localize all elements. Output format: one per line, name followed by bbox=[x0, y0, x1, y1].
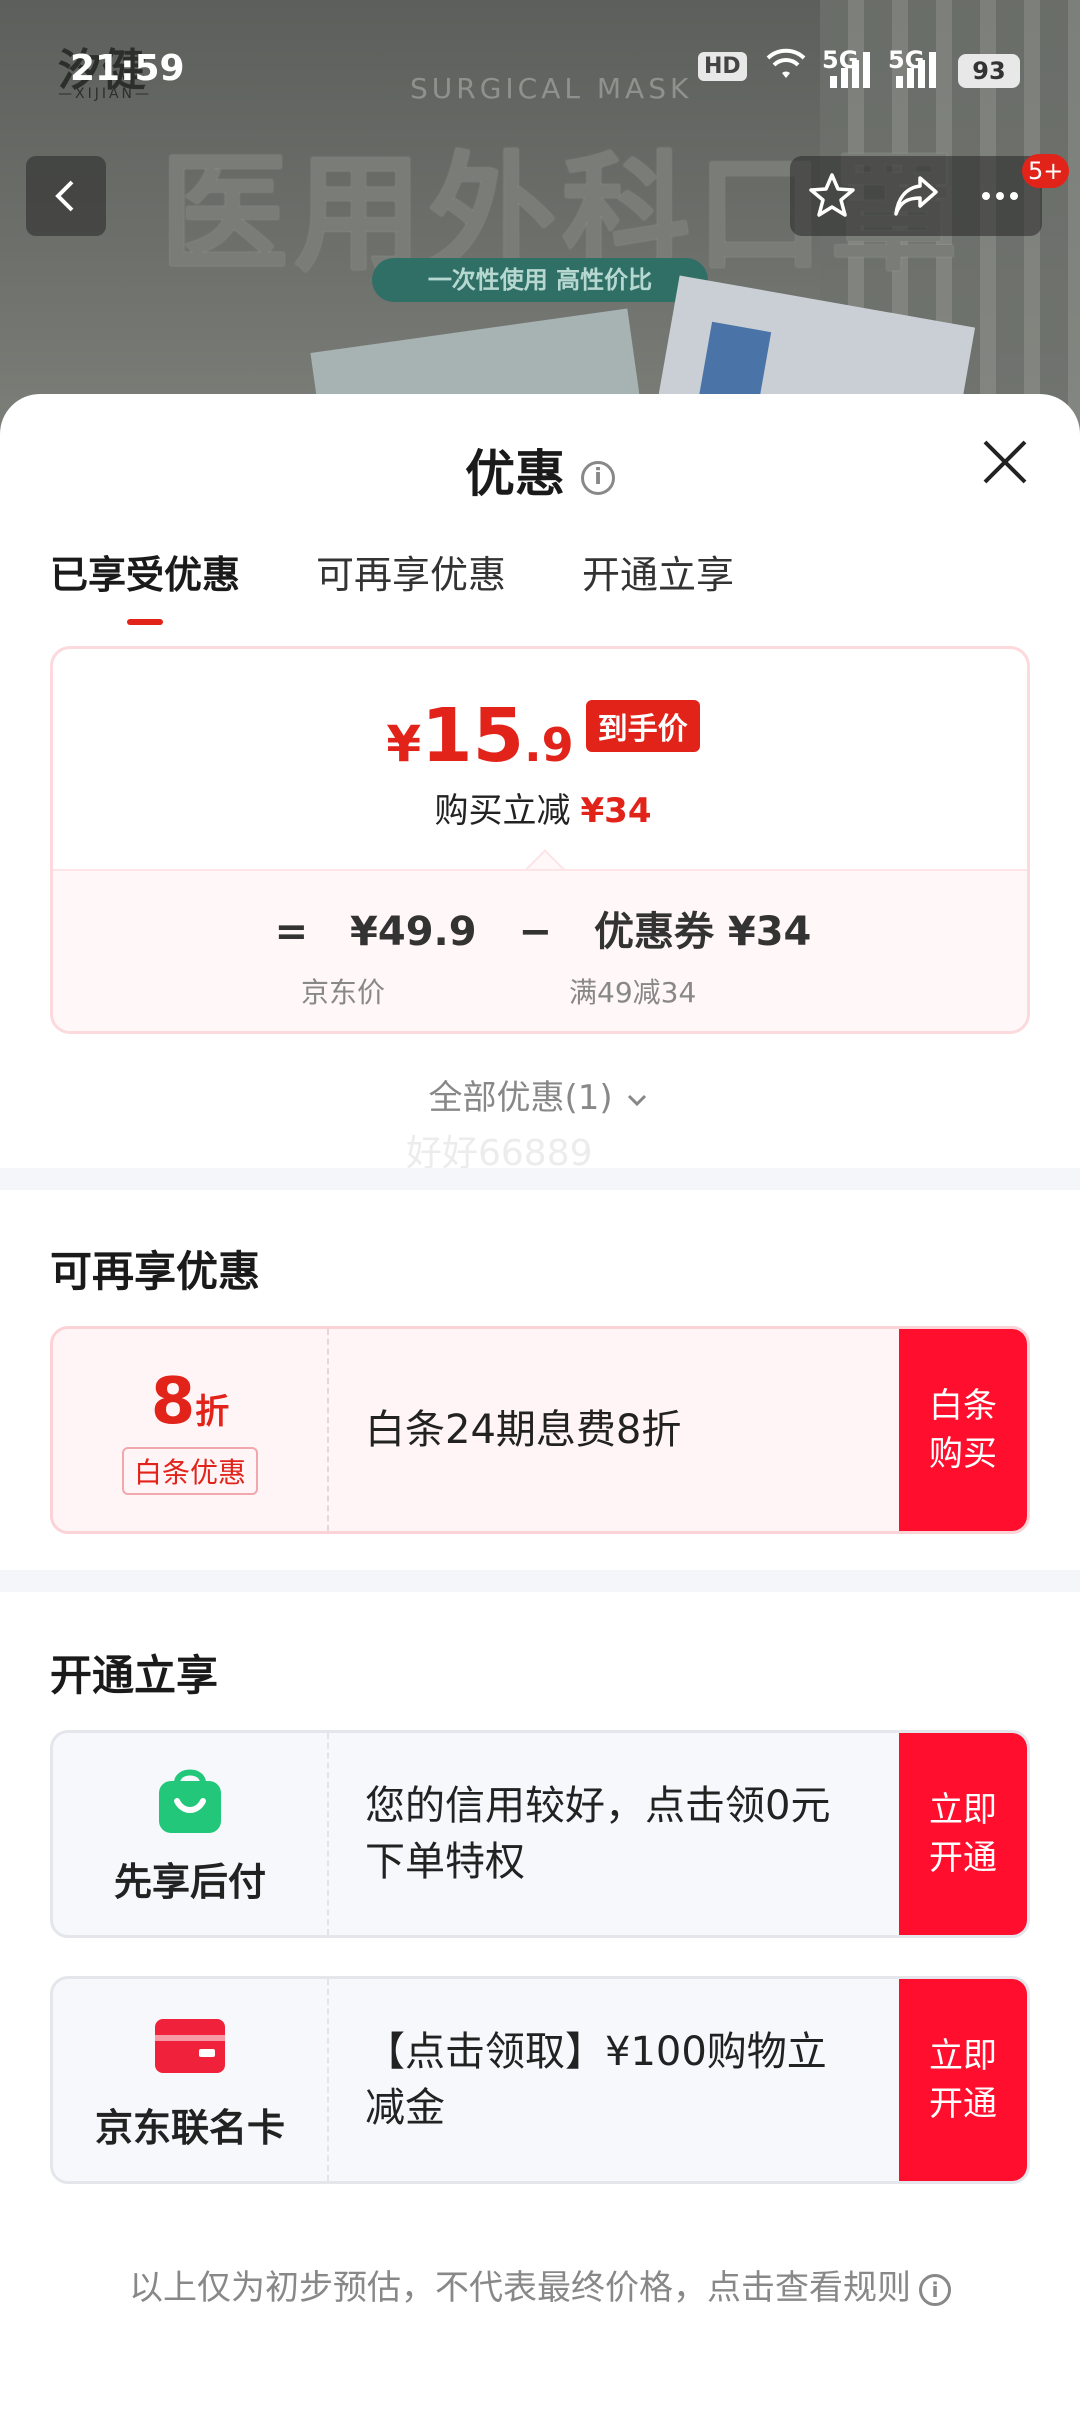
coupon-amount: 优惠券 ¥34 bbox=[593, 909, 812, 955]
tab-more-offers[interactable]: 可再享优惠 bbox=[316, 544, 506, 599]
jd-card-description: 【点击领取】¥100购物立减金 bbox=[365, 2029, 827, 2131]
chevron-left-icon bbox=[55, 180, 74, 212]
instant-discount: 购买立减 ¥34 bbox=[434, 791, 652, 831]
jd-price-note: 京东价 bbox=[301, 976, 386, 1009]
close-icon bbox=[983, 440, 1027, 484]
rules-link[interactable]: 以上仅为初步预估，不代表最终价格，点击查看规则 i bbox=[0, 2260, 1080, 2309]
pay-later-description: 您的信用较好，点击领0元下单特权 bbox=[365, 1783, 831, 1885]
section-divider bbox=[0, 1168, 1080, 1190]
signal-icon bbox=[830, 52, 870, 88]
back-button[interactable] bbox=[26, 156, 106, 236]
close-button[interactable] bbox=[972, 434, 1038, 500]
shopping-bag-icon bbox=[159, 1769, 221, 1833]
hd-icon: HD bbox=[698, 52, 747, 81]
jd-price: ¥49.9 bbox=[350, 909, 477, 955]
jd-card-open-button[interactable]: 立即开通 bbox=[899, 1979, 1027, 2181]
banner-pill: 一次性使用 高性价比 bbox=[372, 258, 708, 302]
message-count-badge: 5+ bbox=[1022, 154, 1070, 188]
final-price: ¥15.9 到手价 bbox=[53, 693, 1027, 779]
tab-enjoyed[interactable]: 已享受优惠 bbox=[50, 544, 240, 625]
pay-later-name: 先享后付 bbox=[113, 1859, 266, 1904]
tab-open-enjoy[interactable]: 开通立享 bbox=[582, 544, 734, 599]
wifi-icon bbox=[766, 48, 806, 91]
info-icon: i bbox=[919, 2273, 951, 2306]
price-breakdown: = ¥49.9 − 优惠券 ¥34 京东价 满49减34 bbox=[53, 869, 1027, 1031]
chevron-down-icon bbox=[628, 1094, 647, 1106]
price-formula: = ¥49.9 − 优惠券 ¥34 bbox=[274, 909, 812, 955]
baitiao-buy-button[interactable]: 白条购买 bbox=[899, 1329, 1027, 1531]
jd-card-name: 京东联名卡 bbox=[94, 2105, 285, 2150]
share-icon[interactable] bbox=[890, 170, 942, 222]
credit-card-icon bbox=[155, 2018, 225, 2073]
section-title-open-enjoy: 开通立享 bbox=[50, 1651, 219, 1700]
offer-description: 白条24期息费8折 bbox=[365, 1407, 682, 1453]
final-price-tag: 到手价 bbox=[585, 700, 700, 752]
sheet-header: 优惠 i bbox=[0, 434, 1080, 506]
offer-tabs: 已享受优惠 可再享优惠 开通立享 bbox=[50, 544, 734, 625]
status-time: 21:59 bbox=[70, 48, 185, 89]
price-card: ¥15.9 到手价 购买立减 ¥34 = ¥49.9 − 优惠券 ¥34 京东价 满… bbox=[50, 646, 1030, 1034]
battery-icon: 93 bbox=[958, 54, 1020, 88]
status-bar: 21:59 HD 5G 5G 93 bbox=[0, 0, 1080, 140]
info-icon[interactable]: i bbox=[581, 460, 615, 495]
jd-card-row: 京东联名卡 【点击领取】¥100购物立减金 立即开通 bbox=[50, 1976, 1030, 2184]
discount-value: 8折 bbox=[150, 1365, 230, 1439]
section-divider bbox=[0, 1570, 1080, 1592]
star-icon[interactable] bbox=[806, 170, 858, 222]
signal-icon bbox=[896, 52, 936, 88]
more-icon[interactable] bbox=[974, 170, 1026, 222]
sheet-title: 优惠 bbox=[465, 445, 565, 503]
all-offers-toggle[interactable]: 全部优惠(1) bbox=[0, 1070, 1080, 1119]
offers-sheet: 优惠 i 已享受优惠 可再享优惠 开通立享 ¥15.9 到手价 购买立减 ¥34 = … bbox=[0, 394, 1080, 2412]
coupon-note: 满49减34 bbox=[569, 976, 697, 1009]
section-title-more-offers: 可再享优惠 bbox=[50, 1247, 261, 1296]
nav-actions bbox=[790, 156, 1042, 236]
pay-later-open-button[interactable]: 立即开通 bbox=[899, 1733, 1027, 1935]
pay-later-row: 先享后付 您的信用较好，点击领0元下单特权 立即开通 bbox=[50, 1730, 1030, 1938]
baitiao-offer-row: 8折 白条优惠 白条24期息费8折 白条购买 bbox=[50, 1326, 1030, 1534]
baitiao-tag: 白条优惠 bbox=[121, 1447, 258, 1495]
